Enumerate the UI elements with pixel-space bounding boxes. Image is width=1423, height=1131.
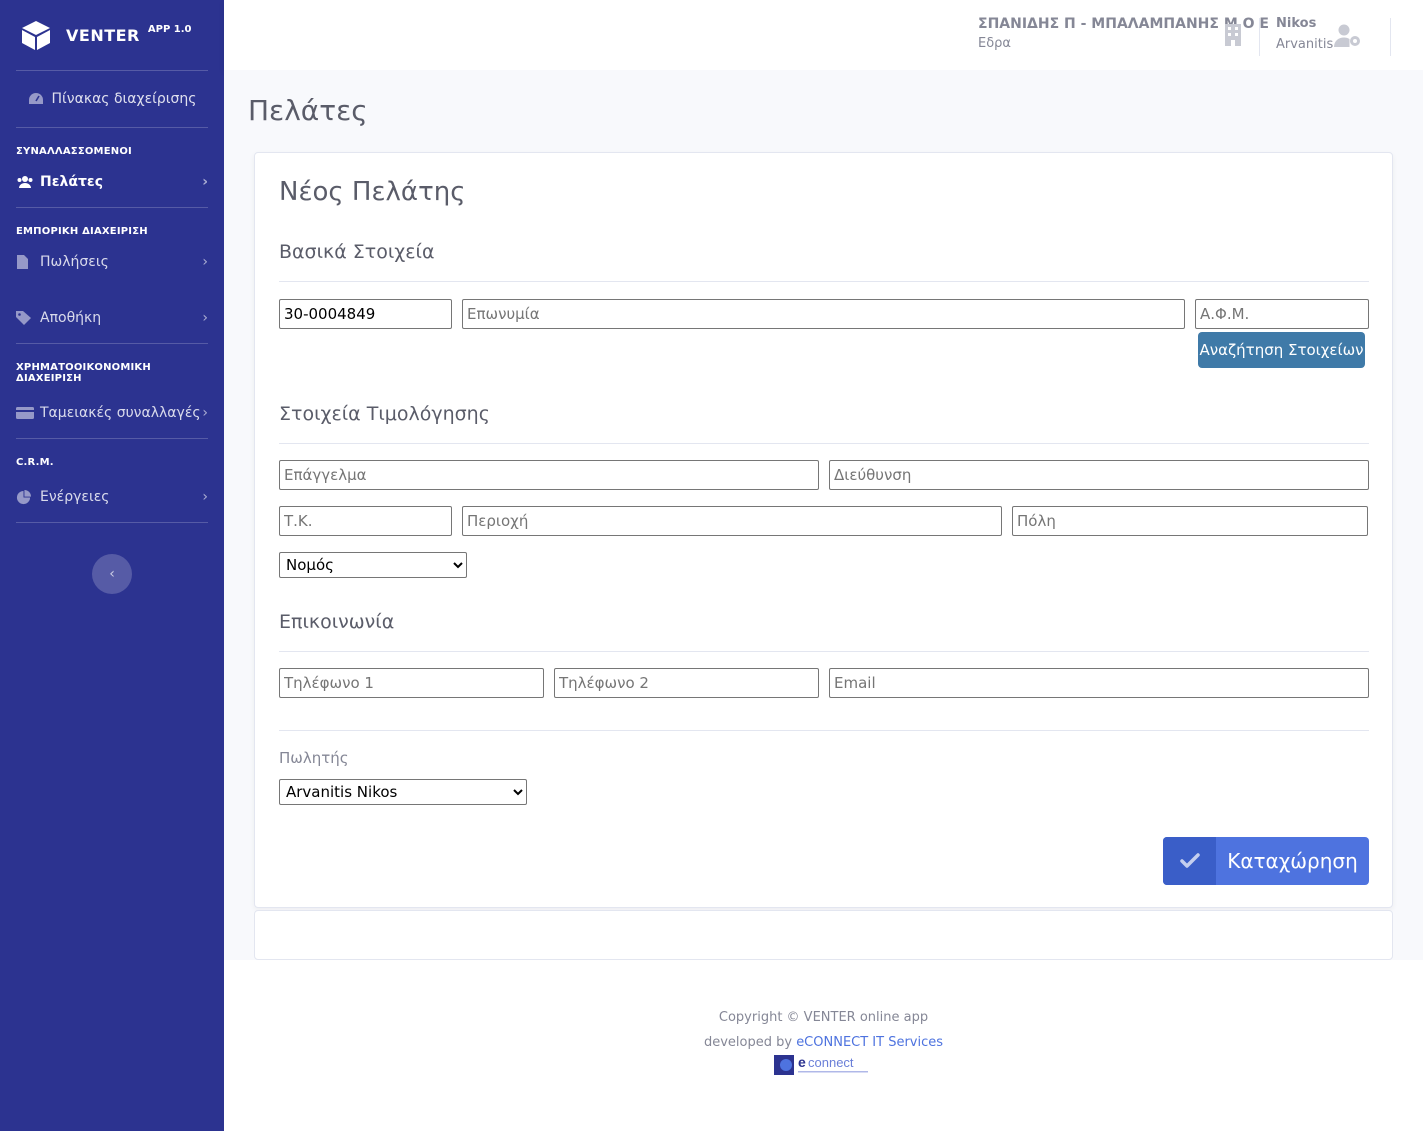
billing-info-title: Στοιχεία Τιμολόγησης [279,403,490,425]
chevron-right-icon: › [202,174,208,190]
divider [279,651,1369,652]
divider [16,522,208,523]
sidebar-item-label: Ενέργειες [40,489,110,505]
company-name-input[interactable] [462,299,1185,329]
sidebar-item-label: Ταμειακές συναλλαγές [40,405,201,421]
brand-version: APP 1.0 [147,23,192,35]
svg-text:e: e [798,1054,806,1070]
sidebar-item-label: Πίνακας διαχείρισης [51,91,197,107]
form-title: Νέος Πελάτης [279,177,466,207]
topbar-divider [1390,18,1391,56]
chevron-left-icon: ‹ [109,566,115,582]
building-icon [1225,24,1241,46]
econnect-logo[interactable]: e connect [774,1054,870,1076]
sidebar: VENTER APP 1.0 Πίνακας διαχείρισης ΣΥΝΑΛ… [0,0,224,1131]
save-button-label: Καταχώρηση [1227,849,1358,873]
credit-card-icon [16,407,34,419]
postal-code-input[interactable] [279,506,452,536]
sidebar-item-dashboard[interactable]: Πίνακας διαχείρισης [0,71,224,127]
email-input[interactable] [829,668,1369,698]
tachometer-icon [28,93,43,104]
brand-name: VENTER [66,25,140,45]
chevron-right-icon: › [202,405,208,421]
brand[interactable]: VENTER APP 1.0 [0,0,224,70]
sidebar-item-label: Πελάτες [40,174,104,190]
contact-title: Επικοινωνία [279,611,395,633]
copyright-text: Copyright © VENTER online app [718,1010,929,1025]
afm-input[interactable] [1195,299,1369,329]
search-details-button[interactable]: Αναζήτηση Στοιχείων [1198,332,1365,368]
topbar-divider [1259,18,1260,56]
user-info[interactable]: Nikos Arvanitis [1276,16,1333,52]
city-input[interactable] [1012,506,1368,536]
user-last-name: Arvanitis [1276,37,1334,52]
user-first-name: Nikos [1276,16,1317,31]
secondary-card [254,910,1393,960]
seller-select[interactable]: Arvanitis Nikos [279,779,527,805]
developer-link[interactable]: eCONNECT IT Services [796,1035,943,1050]
econnect-logo-icon: e connect [774,1054,868,1075]
customer-code-input[interactable] [279,299,452,329]
sidebar-item-cash-transactions[interactable]: Ταμειακές συναλλαγές › [0,388,224,438]
footer: Copyright © VENTER online app developed … [224,1010,1423,1075]
divider [279,443,1369,444]
new-customer-card: Νέος Πελάτης Βασικά Στοιχεία Αναζήτηση Σ… [254,152,1393,908]
page-title: Πελάτες [248,94,368,127]
pie-chart-icon [16,489,34,505]
profession-input[interactable] [279,460,819,490]
divider [279,730,1369,731]
file-icon [16,255,34,269]
check-icon [1163,837,1216,885]
chevron-right-icon: › [202,254,208,270]
sidebar-item-label: Αποθήκη [40,310,102,326]
chevron-right-icon: › [202,489,208,505]
sidebar-item-sales[interactable]: Πωλήσεις › [0,237,224,287]
basic-info-title: Βασικά Στοιχεία [279,241,435,263]
address-input[interactable] [829,460,1369,490]
tag-icon [16,311,34,325]
chevron-right-icon: › [202,310,208,326]
main-content: Πελάτες Νέος Πελάτης Βασικά Στοιχεία Ανα… [224,70,1423,960]
user-cog-icon[interactable] [1334,24,1362,48]
users-icon [16,175,34,189]
sidebar-item-label: Πωλήσεις [40,254,109,270]
area-input[interactable] [462,506,1002,536]
topbar: ΣΠΑΝΙΔΗΣ Π - ΜΠΑΛΑΜΠΑΝΗΣ Μ Ο Ε Εδρα Niko… [224,0,1423,70]
phone1-input[interactable] [279,668,544,698]
developed-by-text: developed by [703,1035,793,1050]
save-button[interactable]: Καταχώρηση [1163,837,1369,885]
prefecture-select[interactable]: Νομός [279,552,467,578]
section-title: ΕΜΠΟΡΙΚΗ ΔΙΑΧΕΙΡΙΣΗ [16,226,148,237]
divider [279,281,1369,282]
section-title: C.R.M. [16,457,54,468]
phone2-input[interactable] [554,668,819,698]
cube-logo-icon [22,21,50,50]
sidebar-item-customers[interactable]: Πελάτες › [0,157,224,207]
seller-label: Πωλητής [279,749,349,767]
sidebar-item-actions[interactable]: Ενέργειες › [0,472,224,522]
svg-text:connect: connect [808,1055,854,1070]
section-title: ΧΡΗΜΑΤΟΟΙΚΟΝΟΜΙΚΗ ΔΙΑΧΕΙΡΙΣΗ [16,362,151,384]
developed-by-line: developed by eCONNECT IT Services [224,1035,1423,1050]
sidebar-item-warehouse[interactable]: Αποθήκη › [0,293,224,343]
sidebar-toggle-button[interactable]: ‹ [92,554,132,594]
section-title: ΣΥΝΑΛΛΑΣΣΟΜΕΝΟΙ [16,146,132,157]
